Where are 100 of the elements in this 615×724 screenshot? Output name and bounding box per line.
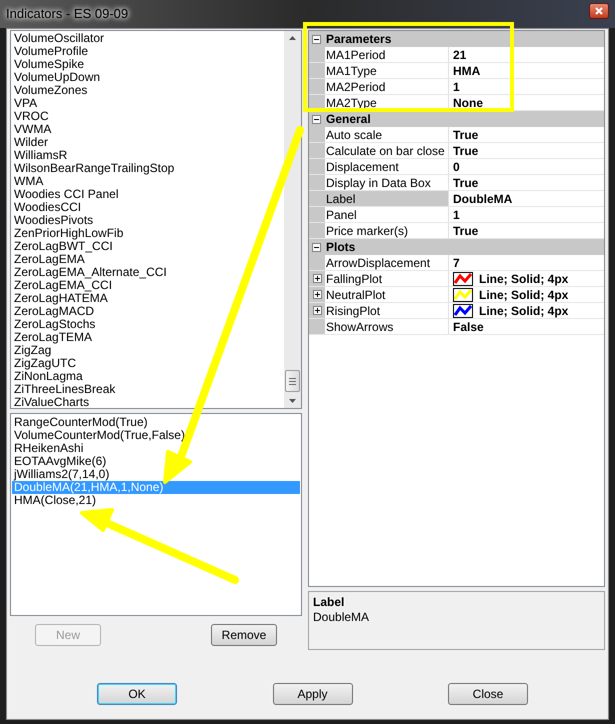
property-value[interactable]: True (453, 174, 478, 192)
row-gutter (309, 191, 325, 206)
row-gutter (309, 143, 325, 158)
list-item[interactable]: ZeroLagMACD (14, 305, 284, 318)
list-item[interactable]: VolumeSpike (14, 58, 284, 71)
list-item[interactable]: ZeroLagEMA (14, 253, 284, 266)
property-value[interactable]: None (453, 94, 483, 112)
property-value[interactable]: HMA (453, 62, 480, 80)
list-item[interactable]: VolumeUpDown (14, 71, 284, 84)
list-item[interactable]: ZeroLagEMA_Alternate_CCI (14, 266, 284, 279)
row-gutter (309, 223, 325, 238)
button[interactable]: Close (448, 683, 528, 705)
list-item[interactable]: ZeroLagStochs (14, 318, 284, 331)
property-value[interactable]: 21 (453, 46, 466, 64)
list-item[interactable]: RangeCounterMod(True) (12, 416, 300, 429)
close-button[interactable] (589, 3, 609, 19)
list-item[interactable]: ZeroLagBWT_CCI (14, 240, 284, 253)
list-item[interactable]: ZeroLagHATEMA (14, 292, 284, 305)
list-item[interactable]: RHeikenAshi (12, 442, 300, 455)
property-name[interactable]: Displacement (325, 159, 449, 174)
property-value[interactable]: True (453, 222, 478, 240)
property-value[interactable]: 1 (453, 78, 460, 96)
expand-icon[interactable] (312, 306, 322, 315)
property-name[interactable]: MA1Type (325, 63, 449, 78)
property-value[interactable]: True (453, 142, 478, 160)
collapse-icon[interactable] (312, 114, 321, 124)
property-name[interactable]: MA1Period (325, 47, 449, 62)
collapse-icon[interactable] (312, 34, 321, 44)
category-header[interactable]: General (309, 111, 604, 127)
property-name[interactable]: MA2Period (325, 79, 449, 94)
property-name[interactable]: RisingPlot (325, 303, 449, 318)
category-label: Plots (326, 239, 356, 256)
list-item[interactable]: VPA (14, 97, 284, 110)
list-item[interactable]: VolumeOscillator (14, 32, 284, 45)
property-name[interactable]: NeutralPlot (325, 287, 449, 302)
property-value[interactable]: False (453, 318, 484, 336)
property-name[interactable]: Calculate on bar close (325, 143, 449, 158)
scrollbar-thumb[interactable] (285, 370, 300, 392)
property-name[interactable]: Label (325, 191, 449, 206)
property-value[interactable]: Line; Solid; 4px (479, 270, 568, 288)
property-value[interactable]: Line; Solid; 4px (479, 286, 568, 304)
list-item[interactable]: ZiNonLagma (14, 370, 284, 383)
list-item[interactable]: Wilder (14, 136, 284, 149)
list-item[interactable]: VWMA (14, 123, 284, 136)
list-item[interactable]: VolumeZones (14, 84, 284, 97)
button[interactable]: Remove (211, 624, 277, 646)
row-gutter (309, 63, 325, 78)
description-text: DoubleMA (313, 610, 370, 625)
row-gutter (309, 175, 325, 190)
expand-icon[interactable] (312, 290, 322, 299)
list-item[interactable]: ZiValueCharts (14, 396, 284, 409)
list-item[interactable]: HMA(Close,21) (12, 494, 300, 507)
button[interactable]: OK (97, 683, 177, 705)
property-name[interactable]: FallingPlot (325, 271, 449, 286)
property-value[interactable]: True (453, 126, 478, 144)
list-item[interactable]: VROC (14, 110, 284, 123)
row-gutter (309, 79, 325, 94)
list-item[interactable]: WoodiesPivots (14, 214, 284, 227)
button[interactable]: Apply (272, 683, 352, 705)
list-item[interactable]: ZigZag (14, 344, 284, 357)
list-item[interactable]: ZiThreeLinesBreak (14, 383, 284, 396)
list-item[interactable]: WMA (14, 175, 284, 188)
property-value[interactable]: 0 (453, 158, 460, 176)
row-gutter (309, 47, 325, 62)
list-item[interactable]: VolumeCounterMod(True,False) (12, 429, 300, 442)
list-item[interactable]: ZeroLagEMA_CCI (14, 279, 284, 292)
list-item[interactable]: Woodies CCI Panel (14, 188, 284, 201)
property-value[interactable]: Line; Solid; 4px (479, 302, 568, 320)
scrollbar[interactable] (284, 31, 301, 408)
collapse-icon[interactable] (312, 242, 321, 252)
category-header[interactable]: Plots (309, 239, 604, 255)
list-item[interactable]: WilsonBearRangeTrailingStop (14, 162, 284, 175)
property-name[interactable]: Auto scale (325, 127, 449, 142)
list-item[interactable]: EOTAAvgMike(6) (12, 455, 300, 468)
expand-icon[interactable] (312, 274, 322, 283)
category-header[interactable]: Parameters (309, 31, 604, 47)
list-item[interactable]: ZigZagUTC (14, 357, 284, 370)
row-gutter (309, 127, 325, 142)
property-name[interactable]: Display in Data Box (325, 175, 449, 190)
property-name[interactable]: Price marker(s) (325, 223, 449, 238)
close-icon (595, 7, 603, 15)
property-name[interactable]: Panel (325, 207, 449, 222)
list-item[interactable]: WilliamsR (14, 149, 284, 162)
property-value[interactable]: 1 (453, 206, 460, 224)
property-name[interactable]: ArrowDisplacement (325, 255, 449, 270)
property-name[interactable]: MA2Type (325, 95, 449, 110)
category-label: General (326, 111, 371, 128)
list-item[interactable]: jWilliams2(7,14,0) (12, 468, 300, 481)
window-title: Indicators - ES 09-09 (6, 5, 128, 24)
row-gutter (309, 207, 325, 222)
list-item[interactable]: VolumeProfile (14, 45, 284, 58)
property-value[interactable]: 7 (453, 254, 460, 272)
list-item[interactable]: ZeroLagTEMA (14, 331, 284, 344)
description-title: Label (313, 595, 346, 610)
property-name[interactable]: ShowArrows (325, 319, 449, 334)
list-item[interactable]: ZenPriorHighLowFib (14, 227, 284, 240)
list-item[interactable]: WoodiesCCI (14, 201, 284, 214)
row-gutter (309, 159, 325, 174)
property-value[interactable]: DoubleMA (453, 190, 512, 208)
category-label: Parameters (326, 31, 392, 48)
